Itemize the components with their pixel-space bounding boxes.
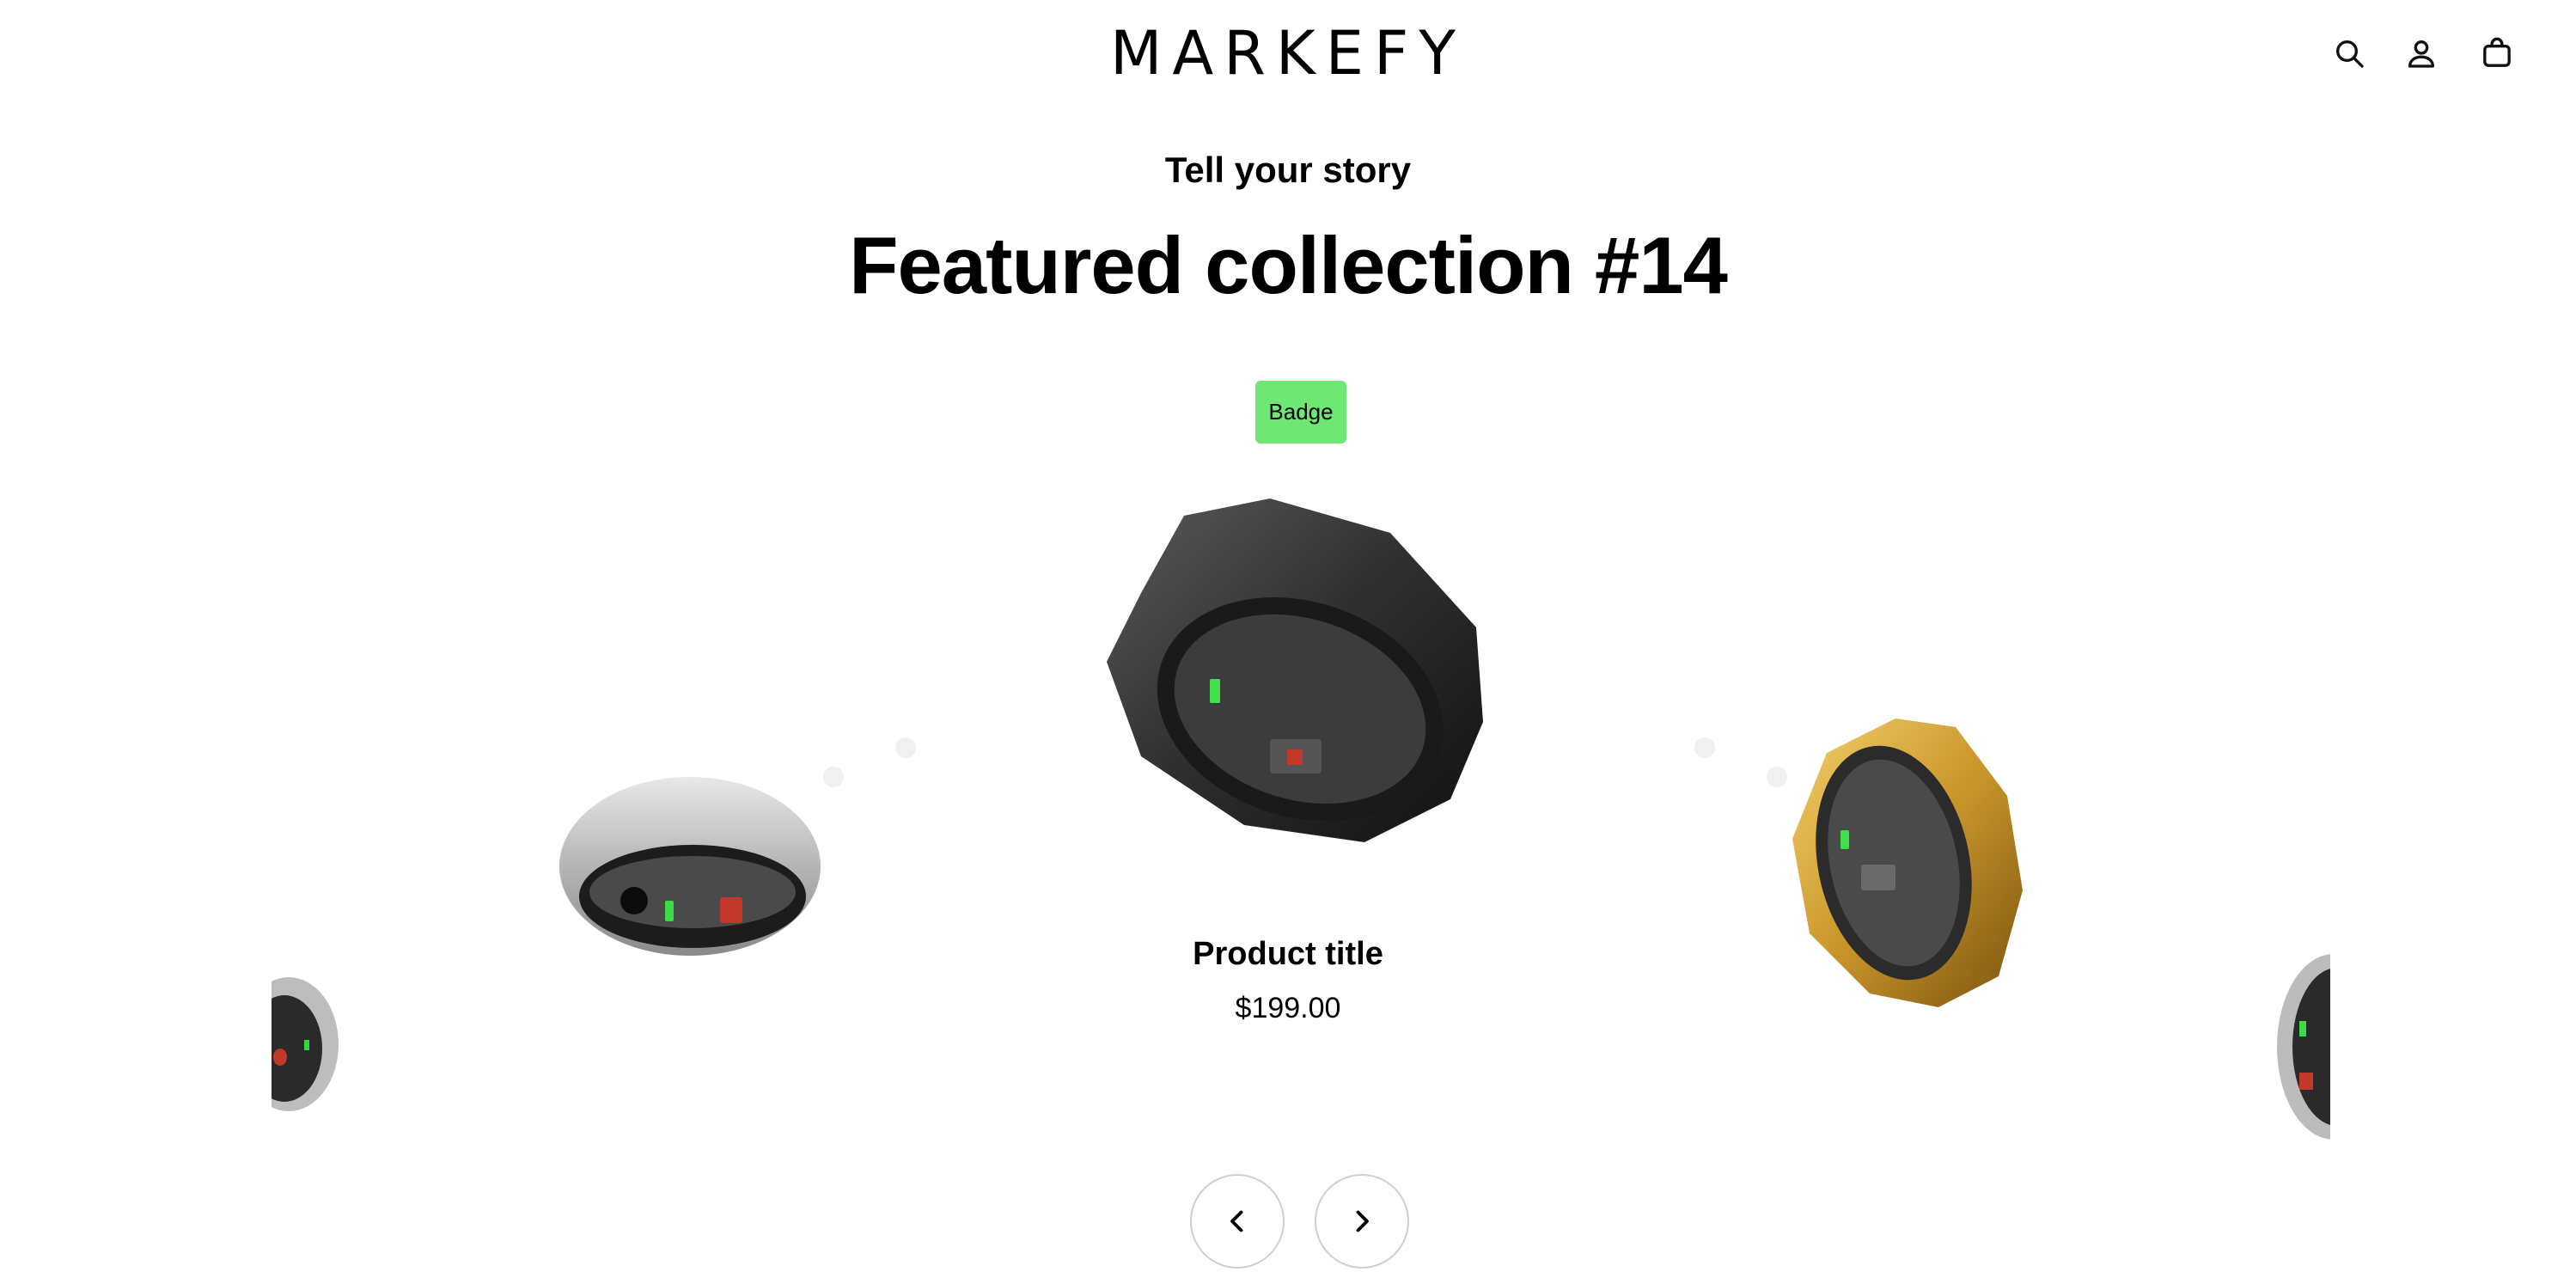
product-price: $199.00 [1235, 992, 1341, 1024]
logo[interactable]: MARKEFY [1110, 19, 1466, 88]
chevron-right-icon [1356, 1210, 1369, 1232]
product-carousel[interactable] [272, 464, 2330, 1152]
carousel-dot [1694, 737, 1715, 758]
account-icon[interactable] [2401, 33, 2442, 74]
product-badge: Badge [1255, 381, 1346, 443]
product-image-silver-ring[interactable] [557, 763, 823, 961]
chevron-left-icon [1230, 1210, 1243, 1232]
carousel-prev-button[interactable] [1190, 1174, 1285, 1269]
carousel-dot [1767, 767, 1787, 787]
carousel-dot [895, 737, 916, 758]
site-header: MARKEFY [0, 0, 2576, 103]
section-title: Featured collection #14 [849, 220, 1728, 310]
product-image-far-right[interactable] [2274, 952, 2330, 1141]
search-icon[interactable] [2329, 33, 2370, 74]
section-subheading: Tell your story [1164, 150, 1412, 190]
carousel-next-button[interactable] [1315, 1174, 1409, 1269]
cart-icon[interactable] [2476, 33, 2518, 74]
carousel-dot [823, 767, 844, 787]
product-image-black-ring[interactable] [1107, 498, 1483, 842]
product-title[interactable]: Product title [0, 934, 2576, 974]
